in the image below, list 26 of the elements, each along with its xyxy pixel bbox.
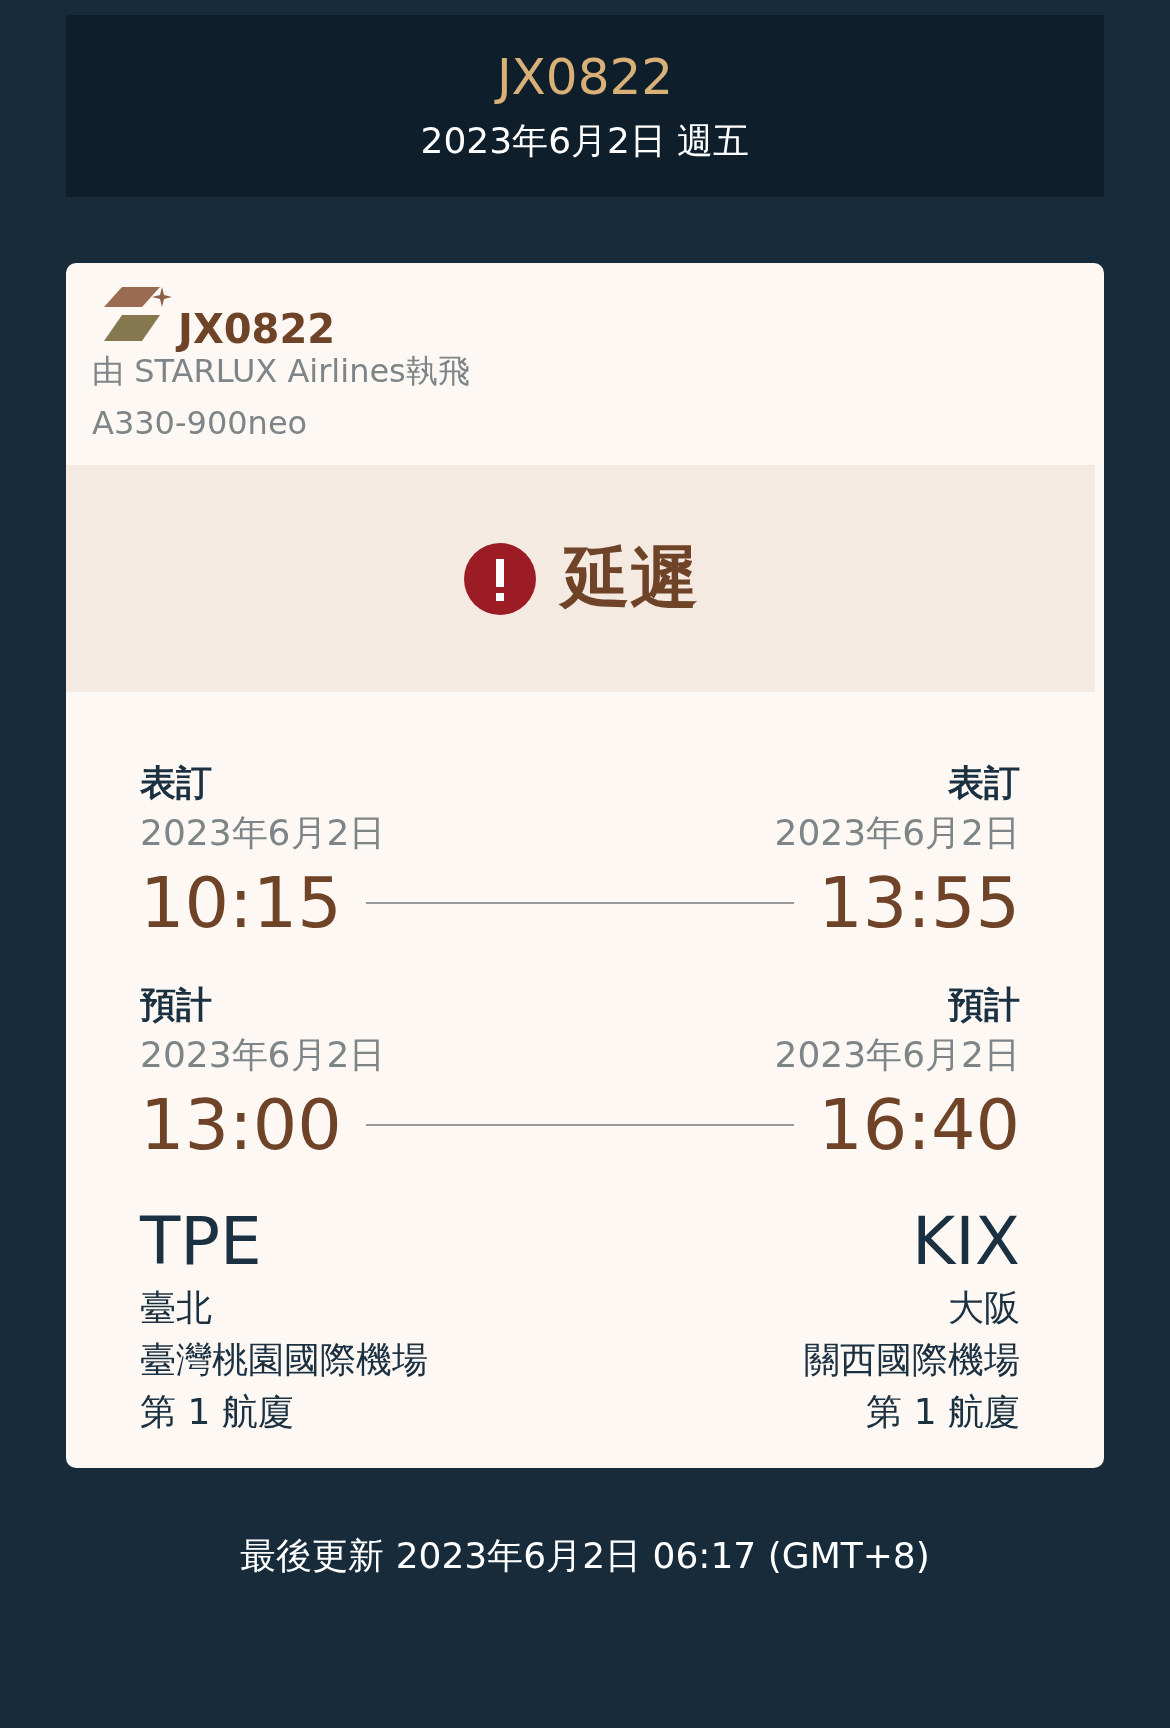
arrival-time: 16:40 (818, 1083, 1020, 1168)
time-label: 表訂 (140, 761, 212, 805)
operator-text: 由 STARLUX Airlines執飛 (92, 352, 471, 392)
airport-name: 關西國際機場 (804, 1338, 1020, 1382)
airport-code: TPE (140, 1202, 263, 1282)
last-updated-text: 最後更新 2023年6月2日 06:17 (GMT+8) (239, 1534, 931, 1578)
departure-time: 13:00 (140, 1083, 342, 1168)
city-name: 臺北 (140, 1286, 213, 1330)
date-text: 2023年6月2日 (774, 1033, 1020, 1077)
city-name: 大阪 (947, 1286, 1020, 1330)
date-text: 2023年6月2日 (140, 1033, 386, 1077)
time-label: 表訂 (948, 761, 1020, 805)
airport-name: 臺灣桃園國際機場 (140, 1338, 428, 1382)
departure-time: 10:15 (140, 861, 342, 946)
status-text: 延遲 (561, 537, 698, 619)
time-label: 預計 (948, 983, 1020, 1027)
flight-number: JX0822 (496, 49, 674, 105)
time-label: 預計 (140, 983, 212, 1027)
aircraft-type: A330-900neo (92, 403, 309, 444)
date-text: 2023年6月2日 (774, 811, 1020, 855)
arrival-time: 13:55 (818, 861, 1020, 946)
date-text: 2023年6月2日 (140, 811, 386, 855)
flight-date: 2023年6月2日 週五 (420, 118, 750, 163)
airport-code: KIX (911, 1202, 1020, 1282)
terminal-text: 第 1 航廈 (865, 1390, 1020, 1434)
terminal-text: 第 1 航廈 (140, 1390, 295, 1434)
